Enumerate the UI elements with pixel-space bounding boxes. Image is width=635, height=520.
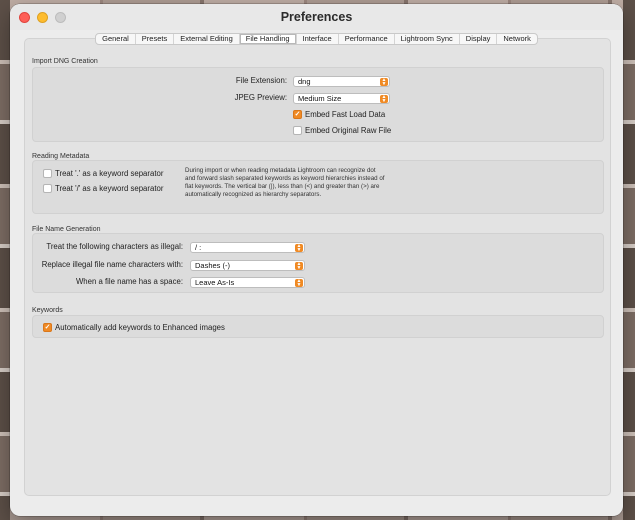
illegal-chars-select[interactable]: / : ▲ ▼ [190,242,305,253]
tab-network[interactable]: Network [497,34,537,44]
embed-original-label: Embed Original Raw File [305,126,392,135]
preferences-window: Preferences Import DNG Creation File Ext… [10,4,623,516]
replace-chars-value: Dashes (-) [195,261,231,270]
chevron-up-down-icon: ▲ ▼ [295,278,303,288]
chevron-up-down-icon: ▲ ▼ [380,77,388,87]
slash-separator-checkbox[interactable] [43,184,52,193]
file-extension-value: dng [298,77,311,86]
preferences-tabs: General Presets External Editing File Handl… [10,33,623,45]
tab-bar: General Presets External Editing File Handl… [95,33,538,45]
chevron-up-down-icon: ▲ ▼ [295,243,303,253]
import-dng-group: File Extension: dng ▲ ▼ JPEG Preview: Med… [32,67,604,142]
tab-performance[interactable]: Performance [339,34,395,44]
background-photo-strip-left [0,0,10,520]
dot-separator-label: Treat '.' as a keyword separator [55,169,164,178]
file-extension-select[interactable]: dng ▲ ▼ [293,76,390,87]
space-handling-label: When a file name has a space: [75,277,183,286]
reading-metadata-group: Treat '.' as a keyword separator Treat '… [32,160,604,214]
background-photo-strip-right [623,0,635,520]
tab-external-editing[interactable]: External Editing [174,34,240,44]
chevron-up-down-icon: ▲ ▼ [380,94,388,104]
chevron-up-down-icon: ▲ ▼ [295,261,303,271]
preferences-panel: Import DNG Creation File Extension: dng … [24,38,611,496]
embed-fast-load-checkbox[interactable]: ✓ [293,110,302,119]
illegal-chars-value: / : [195,243,202,252]
keyword-separator-description: During import or when reading metadata L… [185,167,385,199]
jpeg-preview-select[interactable]: Medium Size ▲ ▼ [293,93,390,104]
embed-fast-load-label: Embed Fast Load Data [305,110,386,119]
file-extension-label: File Extension: [235,76,287,85]
jpeg-preview-label: JPEG Preview: [234,93,287,102]
import-dng-section-title: Import DNG Creation [32,58,98,65]
file-name-generation-section-title: File Name Generation [32,226,101,233]
keywords-section-title: Keywords [32,307,63,314]
tab-display[interactable]: Display [460,34,498,44]
replace-chars-label: Replace illegal file name characters wit… [41,260,183,269]
slash-separator-label: Treat '/' as a keyword separator [55,184,164,193]
jpeg-preview-value: Medium Size [298,94,342,103]
space-handling-select[interactable]: Leave As-Is ▲ ▼ [190,277,305,288]
tab-file-handling[interactable]: File Handling [239,34,297,44]
tab-lightroom-sync[interactable]: Lightroom Sync [395,34,460,44]
auto-add-keywords-checkbox[interactable]: ✓ [43,323,52,332]
illegal-chars-label: Treat the following characters as illega… [46,242,183,251]
auto-add-keywords-label: Automatically add keywords to Enhanced i… [55,323,225,332]
dot-separator-checkbox[interactable] [43,169,52,178]
embed-original-checkbox[interactable] [293,126,302,135]
replace-chars-select[interactable]: Dashes (-) ▲ ▼ [190,260,305,271]
file-name-generation-group: Treat the following characters as illega… [32,233,604,293]
reading-metadata-section-title: Reading Metadata [32,153,90,160]
tab-interface[interactable]: Interface [297,34,339,44]
keywords-group: ✓ Automatically add keywords to Enhanced… [32,315,604,338]
tab-general[interactable]: General [96,34,136,44]
space-handling-value: Leave As-Is [195,278,235,287]
title-bar: Preferences [10,4,623,30]
tab-presets[interactable]: Presets [136,34,175,44]
window-title: Preferences [280,10,353,24]
